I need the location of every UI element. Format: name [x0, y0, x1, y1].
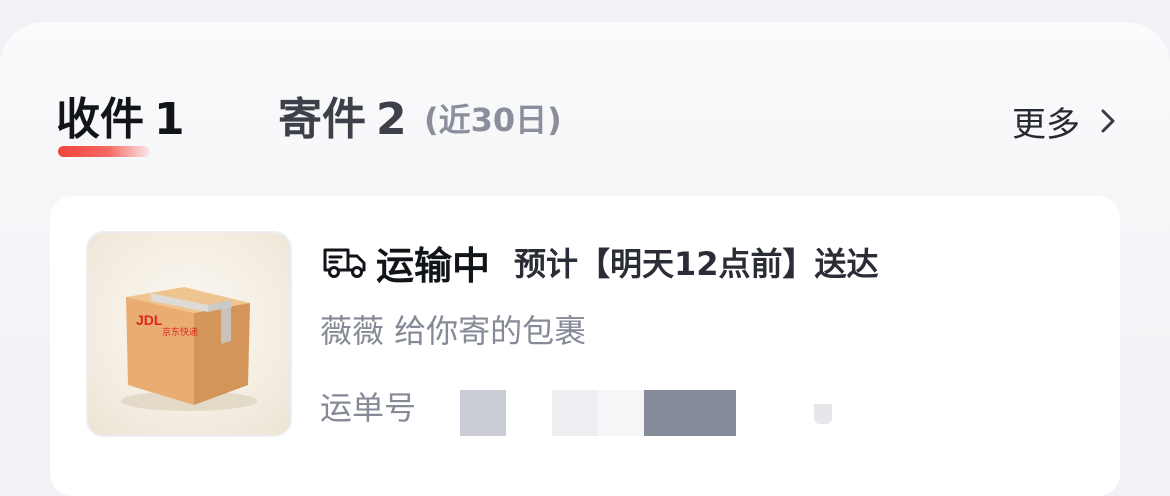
waybill-redaction-block: [598, 390, 644, 436]
tab-send[interactable]: 寄件 2: [278, 94, 407, 146]
parcel-panel: 收件 1 寄件 2 (近30日) 更多 JDL 京东快递 运输中 预计【明天12…: [0, 22, 1170, 496]
tab-receive[interactable]: 收件 1: [56, 94, 185, 146]
delivery-eta: 预计【明天12点前】送达: [514, 245, 879, 283]
chevron-right-icon: [1101, 109, 1115, 133]
waybill-redaction-block: [814, 404, 832, 424]
sender-description: 薇薇 给你寄的包裹: [320, 312, 587, 350]
package-box-image: JDL 京东快递: [121, 287, 257, 411]
status-row: 运输中 预计【明天12点前】送达: [322, 239, 879, 288]
thumbnail-brand-name: 京东快递: [162, 326, 198, 338]
tab-send-label: 寄件: [278, 94, 366, 145]
waybill-redaction-block: [552, 390, 598, 436]
waybill-redaction-block: [644, 390, 736, 436]
tab-send-count: 2: [376, 94, 407, 145]
waybill-redaction-block: [460, 390, 506, 436]
package-thumbnail: JDL 京东快递: [86, 231, 292, 437]
tab-receive-label: 收件: [56, 94, 144, 145]
waybill-label: 运单号: [320, 389, 417, 427]
more-link[interactable]: 更多: [1012, 100, 1118, 145]
truck-icon: [323, 248, 366, 278]
more-label: 更多: [1012, 104, 1080, 145]
period-note: (近30日): [424, 101, 562, 139]
tab-receive-count: 1: [154, 94, 185, 145]
active-tab-indicator: [58, 146, 150, 157]
thumbnail-brand-mark: JDL: [136, 312, 163, 328]
shipping-status: 运输中: [376, 243, 491, 288]
package-card[interactable]: JDL 京东快递 运输中 预计【明天12点前】送达 薇薇 给你寄的包裹 运单号: [50, 196, 1120, 496]
